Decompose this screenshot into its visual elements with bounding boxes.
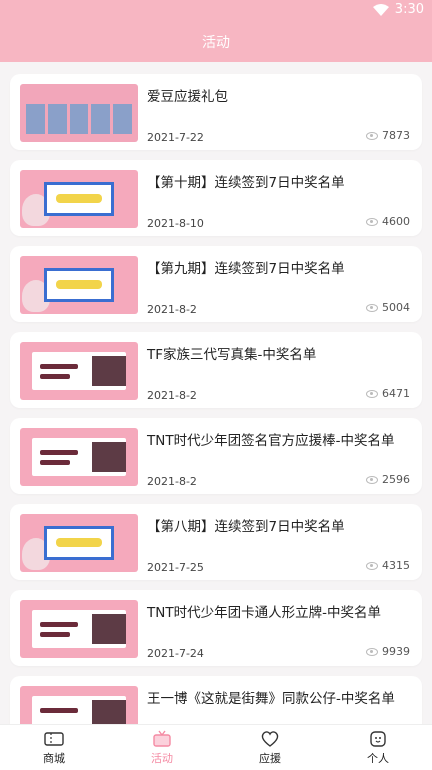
activity-date: 2021-8-2 (147, 389, 197, 402)
activity-thumbnail (20, 84, 138, 142)
status-right: 3:30 (372, 2, 424, 17)
status-time: 3:30 (394, 2, 424, 17)
page-header: 活动 (0, 22, 432, 62)
activity-date: 2021-8-10 (147, 217, 204, 230)
activity-card[interactable]: 【第九期】连续签到7日中奖名单 2021-8-2 5004 (10, 246, 422, 322)
activity-title: 【第十期】连续签到7日中奖名单 (147, 175, 345, 191)
eye-icon (366, 217, 378, 226)
tab-label: 活动 (151, 751, 173, 765)
eye-icon (366, 561, 378, 570)
heart-icon (261, 730, 279, 747)
activity-title: 【第九期】连续签到7日中奖名单 (147, 261, 345, 277)
tab-activity[interactable]: 活动 (108, 725, 216, 770)
tab-profile[interactable]: 个人 (324, 725, 432, 770)
activity-title: 爱豆应援礼包 (147, 89, 228, 105)
activity-title: 王一博《这就是街舞》同款公仔-中奖名单 (147, 691, 395, 707)
activity-title: 【第八期】连续签到7日中奖名单 (147, 519, 345, 535)
tab-label: 商城 (43, 751, 65, 765)
activity-thumbnail (20, 600, 138, 658)
tab-support[interactable]: 应援 (216, 725, 324, 770)
tab-shop[interactable]: 商城 (0, 725, 108, 770)
activity-title: TNT时代少年团卡通人形立牌-中奖名单 (147, 605, 381, 621)
eye-icon (366, 475, 378, 484)
activity-list: 爱豆应援礼包 2021-7-22 7873 【第十期】连续签到7日中奖名单 20… (10, 74, 422, 762)
eye-icon (366, 647, 378, 656)
view-count: 2596 (366, 473, 410, 486)
activity-date: 2021-7-22 (147, 131, 204, 144)
page-title: 活动 (202, 35, 230, 51)
activity-thumbnail (20, 514, 138, 572)
activity-card[interactable]: TF家族三代写真集-中奖名单 2021-8-2 6471 (10, 332, 422, 408)
view-count: 9939 (366, 645, 410, 658)
activity-date: 2021-7-25 (147, 561, 204, 574)
activity-date: 2021-8-2 (147, 303, 197, 316)
tab-label: 个人 (367, 751, 389, 765)
status-bar: 3:30 (0, 0, 432, 22)
view-count: 5004 (366, 301, 410, 314)
activity-date: 2021-7-24 (147, 647, 204, 660)
bottom-tab-bar: 商城 活动 应援 个人 (0, 724, 432, 770)
activity-thumbnail (20, 428, 138, 486)
view-count: 7873 (366, 129, 410, 142)
view-count: 4315 (366, 559, 410, 572)
activity-card[interactable]: TNT时代少年团卡通人形立牌-中奖名单 2021-7-24 9939 (10, 590, 422, 666)
eye-icon (366, 131, 378, 140)
activity-date: 2021-8-2 (147, 475, 197, 488)
view-count: 6471 (366, 387, 410, 400)
activity-title: TF家族三代写真集-中奖名单 (147, 347, 317, 363)
activity-card[interactable]: 爱豆应援礼包 2021-7-22 7873 (10, 74, 422, 150)
gift-icon (153, 730, 171, 747)
tab-label: 应援 (259, 751, 281, 765)
activity-card[interactable]: TNT时代少年团签名官方应援棒-中奖名单 2021-8-2 2596 (10, 418, 422, 494)
activity-thumbnail (20, 170, 138, 228)
activity-thumbnail (20, 342, 138, 400)
view-count: 4600 (366, 215, 410, 228)
ticket-icon (44, 731, 64, 746)
activity-thumbnail (20, 256, 138, 314)
activity-card[interactable]: 【第八期】连续签到7日中奖名单 2021-7-25 4315 (10, 504, 422, 580)
activity-card[interactable]: 【第十期】连续签到7日中奖名单 2021-8-10 4600 (10, 160, 422, 236)
wifi-icon (372, 3, 389, 16)
eye-icon (366, 303, 378, 312)
eye-icon (366, 389, 378, 398)
person-icon (370, 730, 386, 747)
activity-title: TNT时代少年团签名官方应援棒-中奖名单 (147, 433, 395, 449)
